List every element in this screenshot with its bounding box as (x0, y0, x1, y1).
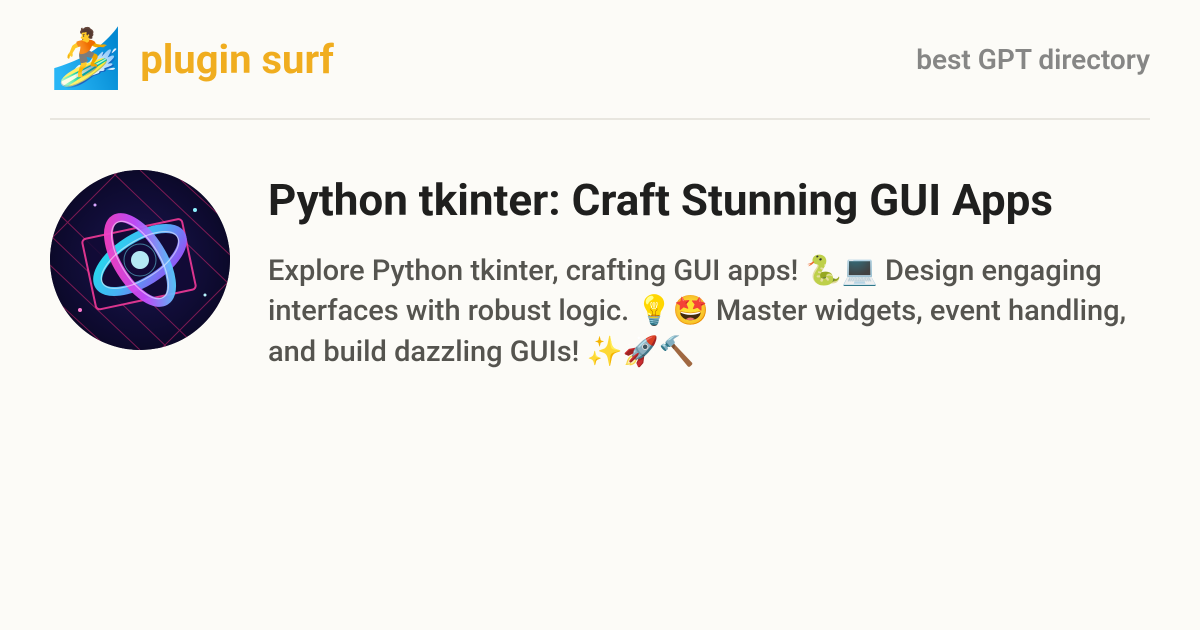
text-block: Python tkinter: Craft Stunning GUI Apps … (268, 170, 1150, 373)
header-tagline: best GPT directory (916, 43, 1150, 76)
description: Explore Python tkinter, crafting GUI app… (268, 251, 1150, 373)
surfer-icon: 🏄 (50, 30, 122, 88)
brand-name: plugin surf (140, 36, 334, 83)
brand[interactable]: 🏄 plugin surf (50, 30, 334, 88)
content: Python tkinter: Craft Stunning GUI Apps … (0, 120, 1200, 373)
page-title: Python tkinter: Craft Stunning GUI Apps (268, 174, 1150, 227)
header: 🏄 plugin surf best GPT directory (0, 0, 1200, 118)
avatar (50, 170, 230, 350)
